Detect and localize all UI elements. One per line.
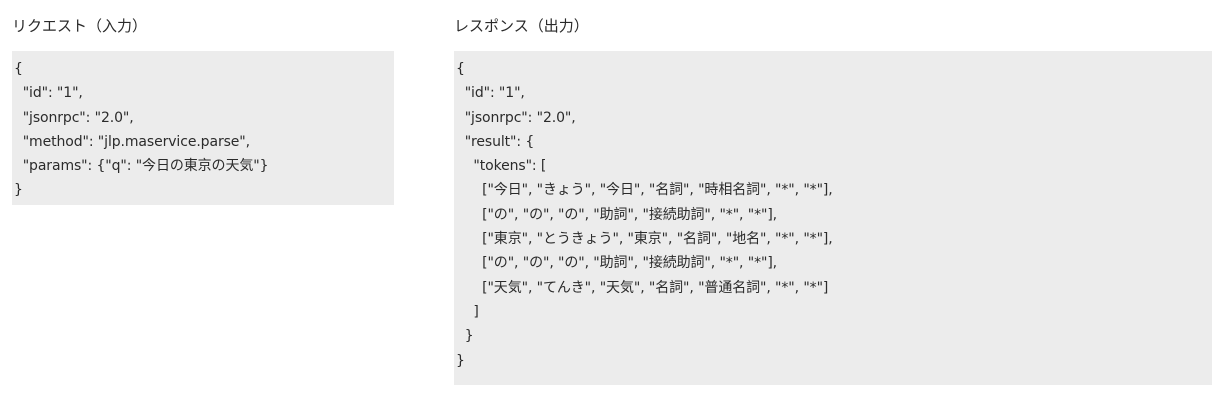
code-line: }	[456, 328, 474, 345]
code-line: {	[456, 61, 465, 77]
code-line: ["今日", "きょう", "今日", "名詞", "時相名詞", "*", "…	[456, 182, 833, 199]
code-line: "jsonrpc": "2.0",	[14, 109, 134, 126]
code-line: "method": "jlp.maservice.parse",	[14, 133, 251, 150]
code-line: ["の", "の", "の", "助詞", "接続助詞", "*", "*"],	[456, 206, 778, 223]
code-line: }	[14, 182, 23, 199]
code-line: {	[14, 61, 23, 77]
code-line: "tokens": [	[456, 158, 547, 175]
request-code-block: { "id": "1", "jsonrpc": "2.0", "method":…	[12, 51, 394, 205]
code-line: ["東京", "とうきょう", "東京", "名詞", "地名", "*", "…	[456, 231, 833, 248]
code-line: }	[456, 352, 465, 369]
code-line: "id": "1",	[14, 85, 83, 102]
code-line: ["天気", "てんき", "天気", "名詞", "普通名詞", "*", "…	[456, 279, 829, 296]
code-line: "params": {"q": "今日の東京の天気"}	[14, 158, 269, 175]
code-line: ["の", "の", "の", "助詞", "接続助詞", "*", "*"],	[456, 255, 778, 272]
response-title: レスポンス（出力）	[454, 17, 589, 35]
response-code-block: { "id": "1", "jsonrpc": "2.0", "result":…	[454, 51, 1212, 385]
code-line: "id": "1",	[456, 85, 525, 102]
code-line: "result": {	[456, 133, 535, 150]
request-title: リクエスト（入力）	[12, 17, 148, 35]
code-line: "jsonrpc": "2.0",	[456, 109, 576, 126]
code-line: ]	[456, 303, 479, 320]
